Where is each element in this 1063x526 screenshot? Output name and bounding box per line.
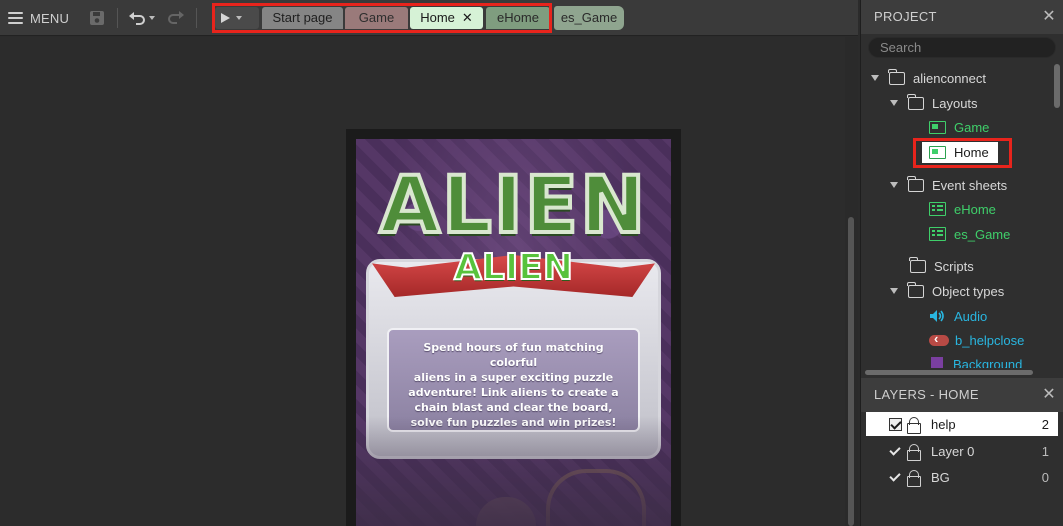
hamburger-icon [8,12,23,24]
tree-item-object-b-helpclose[interactable]: b_helpclose [929,330,1024,350]
alien-logo-large: ALIEN [378,159,648,253]
background-chair [546,469,646,526]
canvas-scrollbar[interactable] [845,37,858,526]
home-highlight-box [913,138,1012,168]
event-sheet-icon [929,202,946,216]
visibility-checkbox[interactable] [889,471,902,484]
chevron-down-icon[interactable] [890,288,898,294]
folder-icon [888,68,905,85]
sprite-icon [931,357,943,368]
project-hscrollbar[interactable] [862,369,1052,376]
tabs-highlight-box [212,3,552,33]
visibility-checkbox[interactable] [889,417,902,431]
tree-label: alienconnect [913,70,986,86]
unlock-icon[interactable] [907,443,921,461]
layer-name: BG [931,469,950,485]
help-description: Spend hours of fun matching colorful ali… [387,328,640,432]
toolbar-divider [117,8,118,28]
redo-button[interactable] [167,10,187,26]
undo-dropdown-icon[interactable] [149,16,155,20]
tree-label: es_Game [954,226,1011,242]
layers-panel-header: LAYERS - HOME ✕ [861,378,1063,412]
menu-label: MENU [30,10,70,26]
unlock-icon[interactable] [907,469,921,487]
toolbar-divider [196,8,197,28]
tree-item-layout-game[interactable]: Game [929,117,989,137]
save-button[interactable] [89,10,105,26]
close-icon[interactable]: ✕ [1042,0,1056,34]
tree-item-event-sheets[interactable]: Event sheets [890,175,1007,195]
save-icon [90,11,104,25]
event-sheet-icon [929,227,946,241]
tree-label: eHome [954,201,996,217]
project-search-input[interactable] [868,37,1056,58]
tree-label: Scripts [934,258,974,274]
layer-row-bg[interactable]: BG 0 [866,465,1058,489]
undo-button[interactable] [128,10,158,26]
tab-es-game[interactable]: es_Game [554,6,624,30]
tree-label: Object types [932,283,1005,299]
layer-row-help[interactable]: help 2 [866,412,1058,436]
folder-icon [907,281,924,298]
menu-button[interactable]: MENU [8,8,69,28]
unlock-icon[interactable] [907,416,921,434]
tree-label: Event sheets [932,177,1008,193]
layer-row-layer0[interactable]: Layer 0 1 [866,439,1058,463]
tree-item-root[interactable]: alienconnect [871,68,986,88]
button-icon [929,331,949,346]
scrollbar-thumb[interactable] [1054,64,1060,108]
layer-index: 0 [1041,469,1049,485]
visibility-checkbox[interactable] [889,445,902,458]
tree-label: Audio [954,308,988,324]
layer-name: help [931,416,956,432]
tree-item-event-es-game[interactable]: es_Game [929,224,1010,244]
tree-item-layouts[interactable]: Layouts [890,93,978,113]
chevron-down-icon[interactable] [871,75,879,81]
scrollbar-thumb[interactable] [848,217,854,526]
project-scrollbar[interactable] [1052,60,1062,368]
chevron-down-icon[interactable] [890,100,898,106]
game-preview[interactable]: ALIEN ALIEN Spend hours of fun matching … [356,139,671,526]
tree-item-object-types[interactable]: Object types [890,281,1004,301]
speaker-icon [930,310,944,322]
layer-name: Layer 0 [931,443,975,459]
alien-logo-small: ALIEN [453,246,574,289]
close-icon[interactable]: ✕ [1042,378,1056,412]
scrollbar-thumb[interactable] [865,370,1033,375]
background-pot [476,497,536,526]
tree-label: Game [954,119,990,135]
tree-item-scripts[interactable]: Scripts [909,256,974,276]
folder-icon [907,93,924,110]
tree-item-object-audio[interactable]: Audio [929,306,987,326]
undo-icon [129,12,145,25]
tree-label: Layouts [932,95,978,111]
tree-item-object-background[interactable]: Background [931,355,1022,368]
layer-index: 1 [1041,443,1049,459]
tree-label: b_helpclose [955,332,1025,348]
folder-icon [907,175,924,192]
chevron-down-icon[interactable] [890,182,898,188]
folder-icon [909,256,926,273]
layers-title: LAYERS - HOME [874,387,979,402]
layout-icon [929,120,946,134]
layer-index: 2 [1041,416,1049,432]
project-title: PROJECT [874,9,937,24]
redo-icon [168,11,184,24]
project-panel-header: PROJECT ✕ [861,0,1063,34]
tree-label: Background [953,357,1023,368]
tree-item-event-ehome[interactable]: eHome [929,199,996,219]
